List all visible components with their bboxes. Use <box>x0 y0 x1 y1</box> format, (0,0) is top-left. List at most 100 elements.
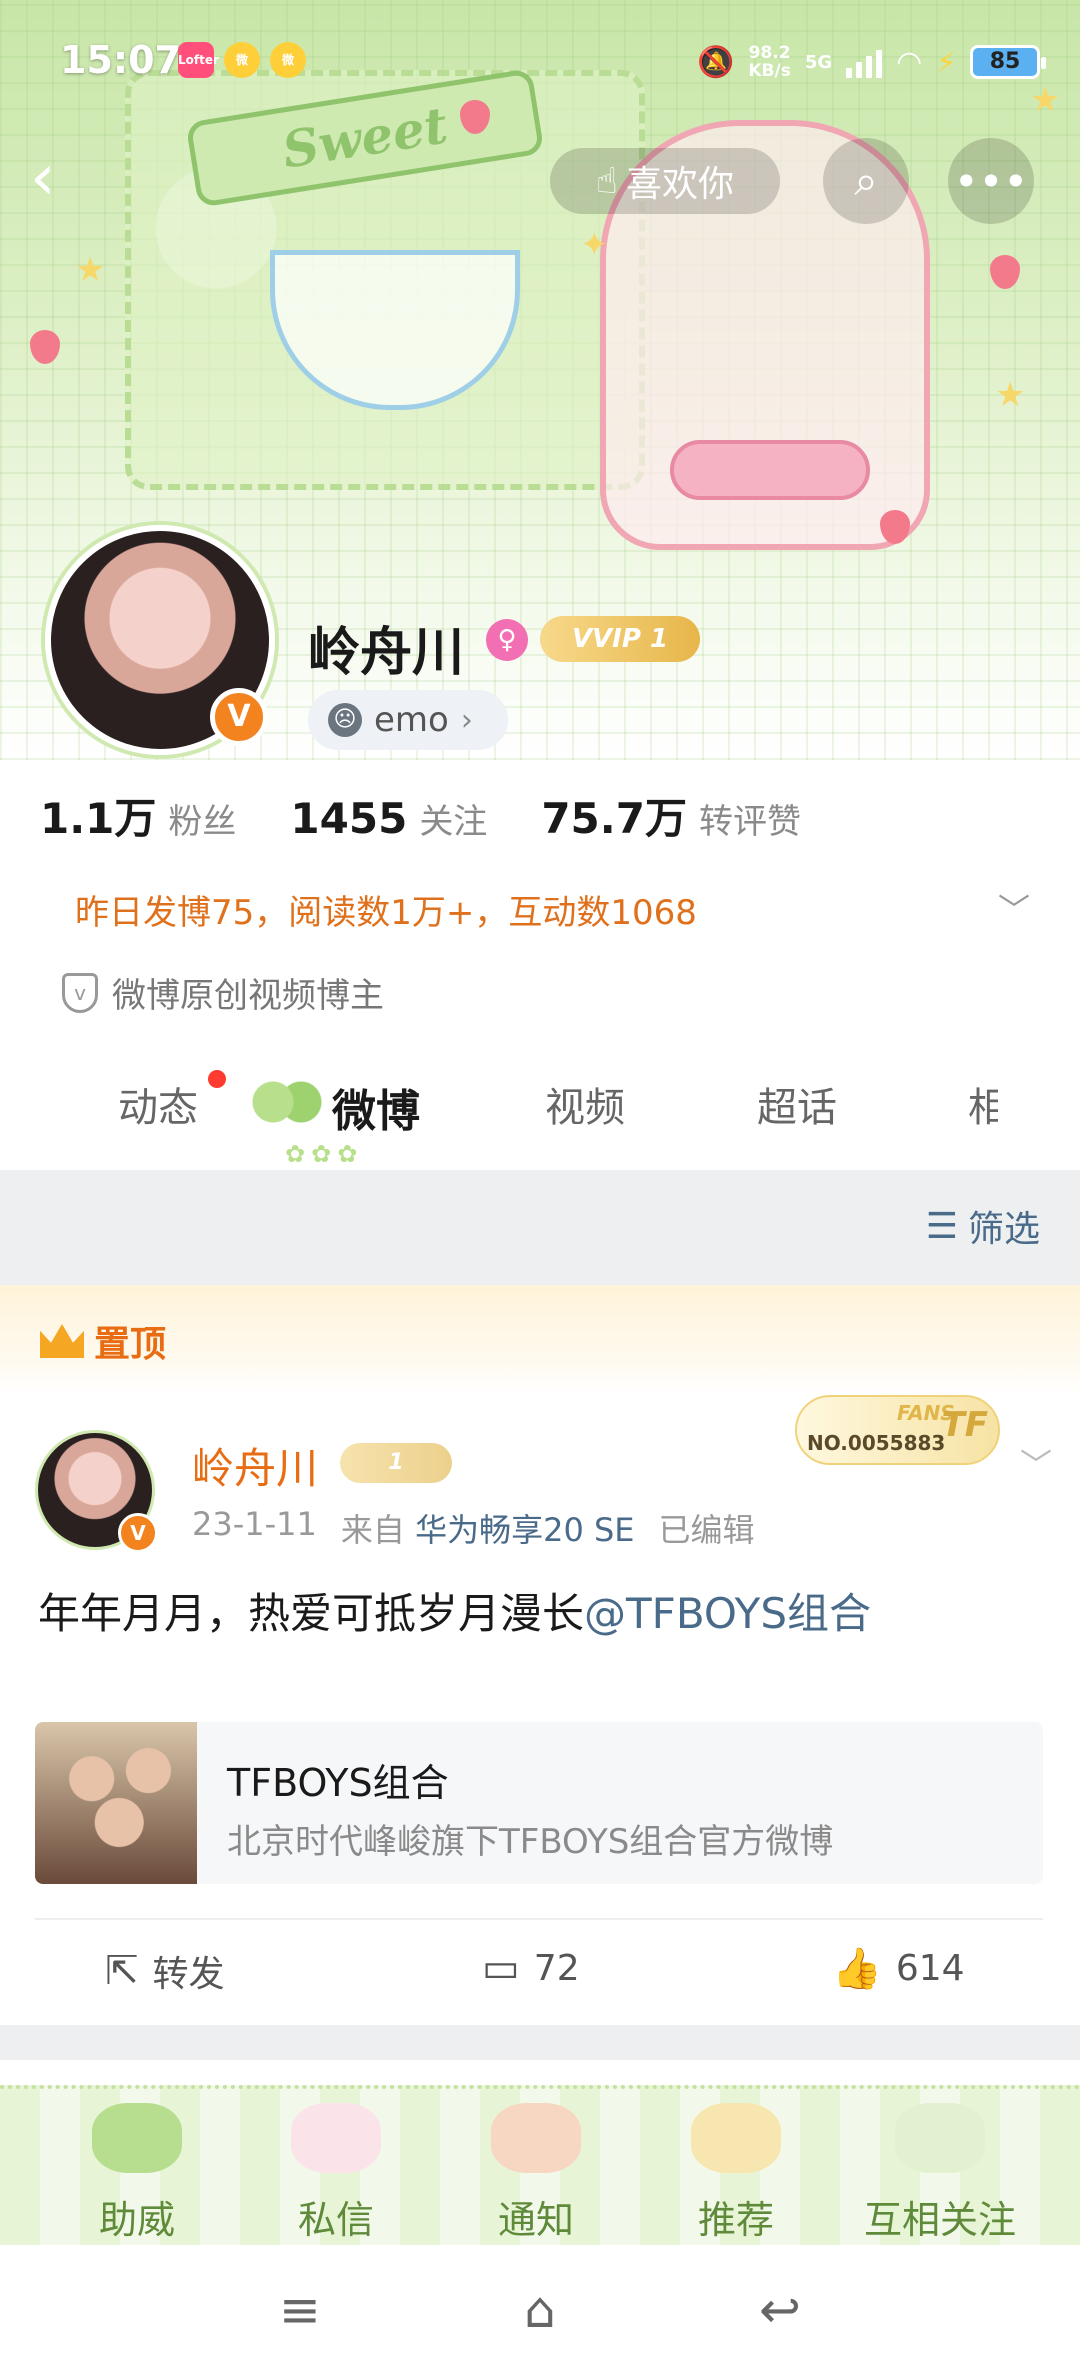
banner-bow <box>670 440 870 500</box>
post-mention-link[interactable]: @TFBOYS组合 <box>584 1589 871 1638</box>
tab-supertopic[interactable]: 超话 <box>757 1075 837 1133</box>
link-card[interactable]: TFBOYS组合 北京时代峰峻旗下TFBOYS组合官方微博 <box>35 1722 1043 1884</box>
like-count: 614 <box>895 1948 965 1989</box>
chevron-left-icon: ‹ <box>30 141 56 215</box>
mutual-follow-icon <box>895 2103 985 2173</box>
star-decoration: ✦ <box>580 225 609 265</box>
like-post-button[interactable]: 👍 614 <box>832 1945 965 1992</box>
comment-button[interactable]: ▭ 72 <box>482 1945 580 1991</box>
star-decoration: ★ <box>995 375 1026 415</box>
female-gender-icon: ♀ <box>486 619 528 661</box>
bottom-tab-messages[interactable]: 私信 <box>236 2089 436 2249</box>
activity-summary: 昨日发博75，阅读数1万+，互动数1068 <box>75 893 697 933</box>
tf-logo: TF <box>941 1405 988 1445</box>
repost-label: 转发 <box>152 1954 225 1995</box>
section-gap <box>0 2025 1080 2060</box>
strawberry-decoration <box>30 330 60 364</box>
battery-indicator: 85 <box>970 45 1046 79</box>
post-text: 年年月月，热爱可抵岁月漫长@TFBOYS组合 <box>38 1580 871 1641</box>
menu-icon[interactable]: ≡ <box>265 2275 335 2345</box>
charging-icon: ⚡ <box>936 45 956 79</box>
star-decoration: ★ <box>75 250 106 290</box>
chevron-right-icon: › <box>460 702 473 738</box>
fans-badge-number: NO.0055883 <box>807 1431 946 1455</box>
shield-icon: v <box>62 972 98 1013</box>
following-count[interactable]: 1455 <box>290 794 407 843</box>
filter-button[interactable]: ☰ 筛选 <box>926 1200 1040 1252</box>
back-nav-icon[interactable]: ↩ <box>745 2275 815 2345</box>
share-icon: ⇱ <box>105 1948 139 1994</box>
post-verified-badge: V <box>118 1513 158 1553</box>
chevron-down-icon[interactable]: ﹀ <box>998 885 1030 931</box>
thumbs-up-icon: 👍 <box>832 1946 882 1992</box>
strawberry-decoration <box>880 510 910 544</box>
tab-weibo[interactable]: 微博 <box>332 1075 420 1139</box>
like-label: 喜欢你 <box>625 164 734 205</box>
bottom-tab-cheer[interactable]: 助威 <box>37 2089 237 2249</box>
network-type: 5G <box>804 51 833 73</box>
post-source-prefix: 来自 <box>340 1511 405 1549</box>
interactions-count[interactable]: 75.7万 <box>541 785 687 846</box>
link-card-thumbnail <box>35 1722 197 1884</box>
post-device[interactable]: 华为畅享20 SE <box>415 1511 634 1549</box>
certification-text: 微博原创视频博主 <box>112 976 384 1016</box>
back-button[interactable]: ‹ <box>30 146 90 210</box>
sad-face-icon: ☹ <box>328 703 362 737</box>
verified-badge: V <box>210 688 268 746</box>
followers-count[interactable]: 1.1万 <box>40 785 156 846</box>
weibo-icon: 微 <box>270 42 306 78</box>
tab-videos[interactable]: 视频 <box>545 1075 625 1133</box>
signal-icon <box>846 46 883 78</box>
bottom-tab-recommend[interactable]: 推荐 <box>636 2089 836 2249</box>
post-divider <box>35 1918 1043 1920</box>
repost-button[interactable]: ⇱ 转发 <box>105 1945 225 1997</box>
filter-icon: ☰ <box>925 1205 958 1247</box>
recommend-icon <box>691 2103 781 2173</box>
bottom-tab-mutual-follow-label: 互相关注 <box>863 2198 1016 2242</box>
mute-bell-icon: 🔕 <box>697 44 735 80</box>
profile-bottom-bar: 助威 私信 通知 推荐 互相关注 <box>0 2085 1080 2245</box>
tab-decoration-icon <box>252 1080 322 1124</box>
bottom-tab-mutual-follow[interactable]: 互相关注 <box>840 2089 1040 2249</box>
bottom-tab-cheer-label: 助威 <box>98 2198 175 2242</box>
link-card-title: TFBOYS组合 <box>227 1761 449 1805</box>
home-icon[interactable]: ⌂ <box>505 2275 575 2345</box>
mood-status[interactable]: ☹ emo › <box>308 690 508 750</box>
system-navigation-bar: ≡ ⌂ ↩ <box>0 2245 1080 2376</box>
wifi-icon: ◠ <box>896 44 923 80</box>
post-vip-badge: 1 <box>340 1443 452 1483</box>
profile-tabs: 动态 微博 视频 超话 相 <box>0 1050 1080 1170</box>
cheer-icon <box>92 2103 182 2173</box>
more-dots-icon: ••• <box>953 156 1029 206</box>
profile-stats: 1.1万 粉丝 1455 关注 75.7万 转评赞 <box>40 785 855 845</box>
post-meta: 23-1-11 来自 华为畅享20 SE 已编辑 <box>192 1505 755 1551</box>
following-label[interactable]: 关注 <box>419 794 487 843</box>
search-button[interactable]: ⌕ <box>823 138 909 224</box>
status-time: 15:07 <box>60 38 181 82</box>
vip-badge[interactable]: VVIP 1 <box>540 616 700 662</box>
notification-dot <box>208 1070 226 1088</box>
more-button[interactable]: ••• <box>948 138 1034 224</box>
like-button[interactable]: ☝ 喜欢你 <box>550 148 780 214</box>
bottom-tab-notifications[interactable]: 通知 <box>436 2089 636 2249</box>
followers-label[interactable]: 粉丝 <box>168 794 236 843</box>
tab-indicator-flowers: ✿✿✿ <box>285 1140 364 1168</box>
interactions-label[interactable]: 转评赞 <box>699 794 801 843</box>
pinned-label: 置顶 <box>94 1324 167 1365</box>
post-edited-label: 已编辑 <box>658 1511 755 1549</box>
status-indicators: 🔕 98.2 KB/s 5G ◠ ⚡ 85 <box>697 40 1046 84</box>
tab-dynamics[interactable]: 动态 <box>118 1075 198 1133</box>
tab-album[interactable]: 相 <box>968 1075 998 1133</box>
profile-name: 岭舟川 <box>308 623 465 683</box>
filter-label: 筛选 <box>967 1209 1040 1250</box>
bottom-tab-recommend-label: 推荐 <box>697 2198 774 2242</box>
filter-bar: ☰ 筛选 <box>0 1170 1080 1285</box>
comment-count: 72 <box>533 1947 580 1989</box>
net-speed: 98.2 KB/s <box>748 43 791 81</box>
post-menu-chevron-icon[interactable]: ﹀ <box>1020 1440 1052 1486</box>
crown-icon <box>40 1324 84 1358</box>
weibo-icon: 微 <box>224 42 260 78</box>
certification[interactable]: v 微博原创视频博主 <box>62 968 384 1017</box>
fans-badge[interactable]: FANS NO.0055883 TF <box>795 1395 1000 1465</box>
post-author-name[interactable]: 岭舟川 <box>192 1435 318 1496</box>
